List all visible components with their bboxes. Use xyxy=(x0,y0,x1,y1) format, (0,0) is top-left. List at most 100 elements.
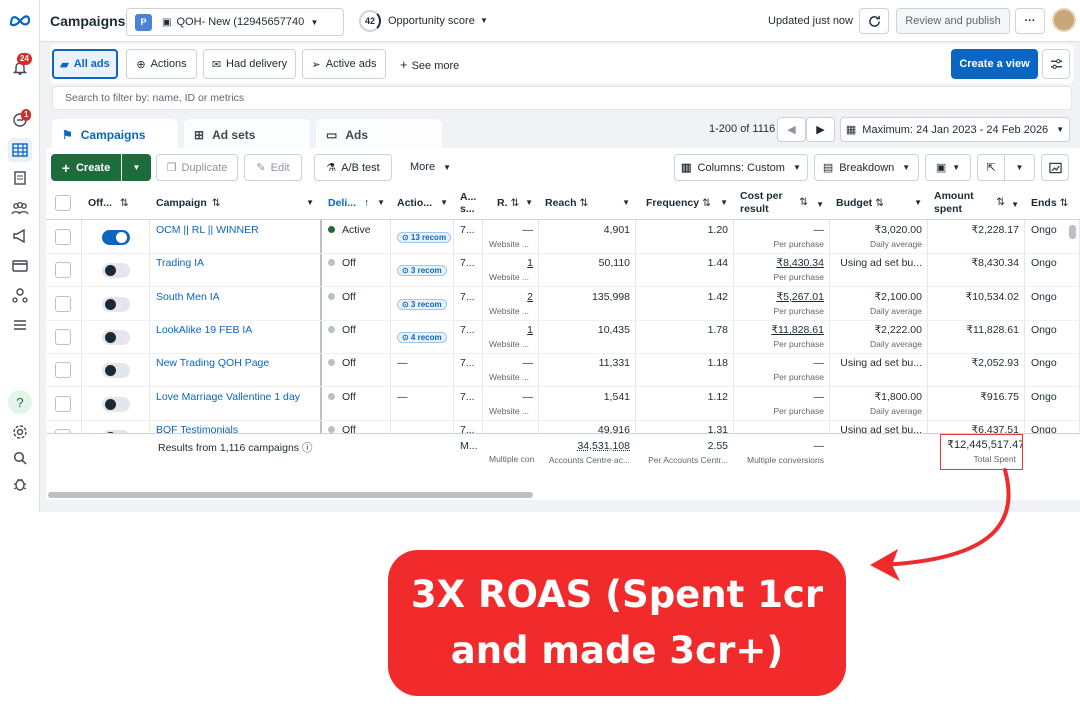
scrollbar-thumb[interactable] xyxy=(48,492,533,498)
campaign-name[interactable]: LookAlike 19 FEB IA xyxy=(150,321,322,354)
header-attribution[interactable]: A... s... xyxy=(454,186,483,220)
billing-icon[interactable] xyxy=(8,254,32,278)
header-campaign[interactable]: Campaign ⇅ ▼ xyxy=(150,186,322,220)
row-checkbox[interactable] xyxy=(55,262,71,279)
status-toggle[interactable] xyxy=(102,296,130,312)
search-input[interactable]: Search to filter by: name, ID or metrics xyxy=(52,86,1072,110)
bug-report-icon[interactable] xyxy=(8,472,32,496)
table-row[interactable]: New Trading QOH Page Off — 7... — Website ...… xyxy=(46,354,1080,388)
export-icon[interactable]: ⇱ xyxy=(977,154,1005,181)
export-dropdown-icon[interactable]: ▼ xyxy=(1004,154,1035,181)
status-toggle[interactable] xyxy=(102,263,130,279)
ads-manager-table-icon[interactable] xyxy=(8,138,32,162)
tab-adsets[interactable]: ⊞ Ad sets xyxy=(184,119,310,151)
avatar[interactable] xyxy=(1052,8,1076,32)
header-amount-spent[interactable]: Amount spent ⇅ ▼ xyxy=(928,186,1025,220)
help-icon[interactable]: ? xyxy=(8,390,32,414)
edit-button[interactable]: ✎ Edit xyxy=(244,154,302,181)
recommendations-pill[interactable]: ⊙ 3 recom xyxy=(397,265,447,277)
reach-value: 135,998 xyxy=(592,290,630,303)
see-more-filter[interactable]: + See more xyxy=(400,57,459,72)
row-checkbox[interactable] xyxy=(55,362,71,379)
audiences-icon[interactable] xyxy=(8,196,32,220)
status-toggle[interactable] xyxy=(102,363,130,379)
megaphone-icon[interactable] xyxy=(8,224,32,248)
duplicate-button[interactable]: ❐ Duplicate xyxy=(156,154,238,181)
recommendations-pill[interactable]: ⊙ 4 recom xyxy=(397,331,447,343)
create-button[interactable]: + Create xyxy=(51,154,121,181)
tab-campaigns[interactable]: ⚑ Campaigns xyxy=(52,119,178,151)
header-delivery[interactable]: Deli... ↑ ▼ xyxy=(322,186,391,220)
opportunity-score-label[interactable]: Opportunity score xyxy=(388,15,475,27)
chevron-down-icon: ▼ xyxy=(1011,200,1019,209)
row-checkbox[interactable] xyxy=(55,328,71,345)
campaign-name[interactable]: Love Marriage Vallentine 1 day xyxy=(150,388,322,421)
chart-icon[interactable] xyxy=(1041,154,1069,181)
header-budget[interactable]: Budget ⇅ ▼ xyxy=(830,186,928,220)
breakdown-button[interactable]: ▤ Breakdown ▼ xyxy=(814,154,919,181)
reports-button[interactable]: ▣ ▼ xyxy=(925,154,971,181)
pages-icon[interactable] xyxy=(8,166,32,190)
select-all-checkbox[interactable] xyxy=(55,195,71,211)
date-range-picker[interactable]: ▦ Maximum: 24 Jan 2023 - 24 Feb 2026 ▼ xyxy=(840,117,1070,142)
status-toggle[interactable] xyxy=(102,230,130,245)
campaign-name[interactable]: OCM || RL || WINNER xyxy=(150,221,322,254)
header-frequency[interactable]: Frequency ⇅ ▼ xyxy=(636,186,734,220)
header-ends[interactable]: Ends ⇅ xyxy=(1025,186,1080,220)
table-row[interactable]: South Men IA Off ⊙ 3 recom 7... 2 Website ...… xyxy=(46,288,1080,321)
had-delivery-filter[interactable]: ✉ Had delivery xyxy=(203,49,296,79)
actions-filter[interactable]: ⊕ Actions xyxy=(126,49,197,79)
table-row[interactable]: Trading IA Off ⊙ 3 recom 7... 1 Website ... 50… xyxy=(46,254,1080,288)
table-row[interactable]: LookAlike 19 FEB IA Off ⊙ 4 recom 7... 1 Webs… xyxy=(46,321,1080,354)
row-checkbox[interactable] xyxy=(55,229,71,245)
campaign-name[interactable]: New Trading QOH Page xyxy=(150,354,322,387)
refresh-button[interactable] xyxy=(859,8,889,34)
select-all-header[interactable] xyxy=(46,186,82,220)
settings-icon[interactable] xyxy=(8,420,32,444)
ab-test-button[interactable]: ⚗ A/B test xyxy=(314,154,392,181)
meta-logo-icon[interactable] xyxy=(8,8,32,32)
table-row[interactable]: OCM || RL || WINNER Active ⊙ 13 recom 7... —… xyxy=(46,221,1080,254)
row-checkbox[interactable] xyxy=(55,395,71,412)
chevron-down-icon: ▼ xyxy=(525,198,533,207)
account-selector[interactable]: P ▣ QOH- New (12945657740... ▼ xyxy=(126,8,344,36)
more-options-icon[interactable]: ··· xyxy=(1015,8,1045,34)
recommendations-pill[interactable]: ⊙ 13 recom xyxy=(397,232,452,243)
header-reach[interactable]: Reach ⇅ ▼ xyxy=(539,186,636,220)
totals-cost: — Multiple conversions xyxy=(734,434,830,490)
more-button[interactable]: More ▼ xyxy=(410,161,451,173)
search-icon[interactable] xyxy=(8,446,32,470)
delivery-status-label: Off xyxy=(342,357,356,370)
tab-ads-label: Ads xyxy=(345,128,369,142)
active-ads-filter[interactable]: ➢ Active ads xyxy=(302,49,386,79)
header-cost-per-result[interactable]: Cost per result ⇅ ▼ xyxy=(734,186,830,220)
budget-value: Using ad set bu... xyxy=(840,357,922,370)
table-row[interactable]: Love Marriage Vallentine 1 day Off — 7... — W… xyxy=(46,388,1080,421)
header-offon[interactable]: Off... ⇅ xyxy=(82,186,150,220)
header-results[interactable]: R. ⇅ ▼ xyxy=(483,186,539,220)
actions-cell: — xyxy=(391,354,454,387)
review-publish-button[interactable]: Review and publish xyxy=(896,8,1010,34)
row-checkbox[interactable] xyxy=(55,295,71,312)
opportunity-score-gauge[interactable]: 42 xyxy=(359,10,381,32)
next-page-button[interactable]: ▶ xyxy=(806,117,835,142)
campaign-name[interactable]: Trading IA xyxy=(150,254,322,287)
status-toggle[interactable] xyxy=(102,329,130,345)
budget-cell: ₹1,800.00 Daily average xyxy=(830,388,928,421)
status-toggle[interactable] xyxy=(102,396,130,412)
menu-icon[interactable] xyxy=(8,313,32,337)
ends-value: Ongo xyxy=(1031,290,1057,303)
chevron-down-icon[interactable]: ▼ xyxy=(480,16,488,25)
sliders-icon[interactable] xyxy=(1042,49,1070,79)
columns-button[interactable]: ▥ Columns: Custom ▼ xyxy=(674,154,808,181)
all-ads-filter[interactable]: ▰ All ads xyxy=(52,49,118,79)
recommendations-pill[interactable]: ⊙ 3 recom xyxy=(397,298,447,310)
create-dropdown-icon[interactable]: ▼ xyxy=(122,154,151,181)
business-settings-icon[interactable] xyxy=(8,283,32,307)
vertical-scrollbar-thumb[interactable] xyxy=(1069,225,1076,239)
create-view-button[interactable]: Create a view xyxy=(951,49,1038,79)
prev-page-button[interactable]: ◀ xyxy=(777,117,806,142)
tab-ads[interactable]: ▭ Ads xyxy=(316,119,442,151)
header-actions[interactable]: Actio... ▼ xyxy=(391,186,454,220)
campaign-name[interactable]: South Men IA xyxy=(150,288,322,321)
